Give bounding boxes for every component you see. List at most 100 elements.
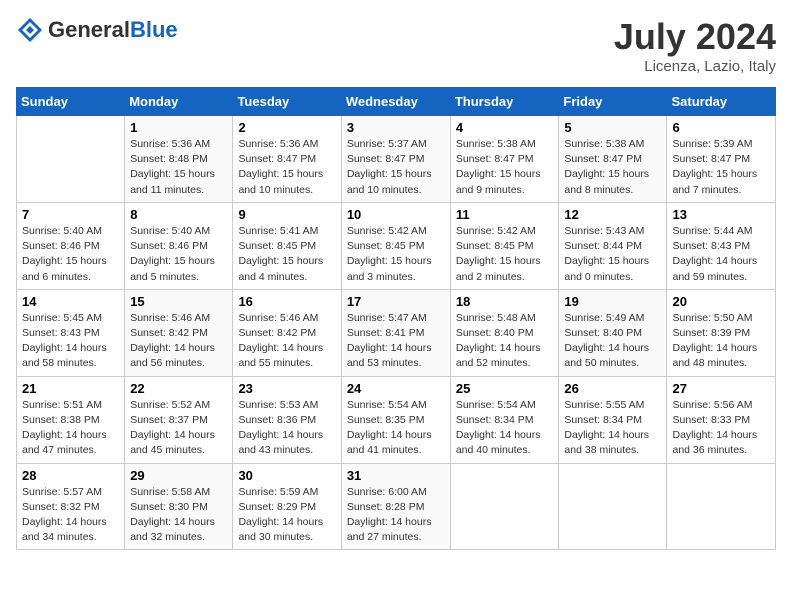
calendar-cell [17, 116, 125, 203]
calendar-cell: 22 Sunrise: 5:52 AMSunset: 8:37 PMDaylig… [125, 376, 233, 463]
day-number: 9 [238, 207, 335, 222]
day-number: 29 [130, 468, 227, 483]
calendar-week-row: 21 Sunrise: 5:51 AMSunset: 8:38 PMDaylig… [17, 376, 776, 463]
logo: General Blue [16, 16, 178, 44]
weekday-header: Tuesday [233, 88, 341, 116]
logo-general: General [48, 17, 130, 43]
day-number: 21 [22, 381, 119, 396]
day-detail: Sunrise: 5:36 AMSunset: 8:47 PMDaylight:… [238, 137, 335, 198]
day-detail: Sunrise: 5:40 AMSunset: 8:46 PMDaylight:… [22, 224, 119, 285]
day-detail: Sunrise: 5:38 AMSunset: 8:47 PMDaylight:… [564, 137, 661, 198]
day-detail: Sunrise: 5:45 AMSunset: 8:43 PMDaylight:… [22, 311, 119, 372]
day-detail: Sunrise: 5:51 AMSunset: 8:38 PMDaylight:… [22, 398, 119, 459]
calendar-table: SundayMondayTuesdayWednesdayThursdayFrid… [16, 87, 776, 550]
calendar-cell: 9 Sunrise: 5:41 AMSunset: 8:45 PMDayligh… [233, 202, 341, 289]
day-number: 7 [22, 207, 119, 222]
day-detail: Sunrise: 5:37 AMSunset: 8:47 PMDaylight:… [347, 137, 445, 198]
calendar-cell: 15 Sunrise: 5:46 AMSunset: 8:42 PMDaylig… [125, 289, 233, 376]
weekday-header: Monday [125, 88, 233, 116]
calendar-body: 1 Sunrise: 5:36 AMSunset: 8:48 PMDayligh… [17, 116, 776, 550]
calendar-cell: 26 Sunrise: 5:55 AMSunset: 8:34 PMDaylig… [559, 376, 667, 463]
calendar-cell: 31 Sunrise: 6:00 AMSunset: 8:28 PMDaylig… [341, 463, 450, 550]
calendar-cell: 11 Sunrise: 5:42 AMSunset: 8:45 PMDaylig… [450, 202, 559, 289]
calendar-cell: 6 Sunrise: 5:39 AMSunset: 8:47 PMDayligh… [667, 116, 776, 203]
day-number: 23 [238, 381, 335, 396]
day-detail: Sunrise: 5:44 AMSunset: 8:43 PMDaylight:… [672, 224, 770, 285]
calendar-cell: 18 Sunrise: 5:48 AMSunset: 8:40 PMDaylig… [450, 289, 559, 376]
day-detail: Sunrise: 5:46 AMSunset: 8:42 PMDaylight:… [238, 311, 335, 372]
calendar-cell: 17 Sunrise: 5:47 AMSunset: 8:41 PMDaylig… [341, 289, 450, 376]
calendar-week-row: 28 Sunrise: 5:57 AMSunset: 8:32 PMDaylig… [17, 463, 776, 550]
day-number: 27 [672, 381, 770, 396]
page-header: General Blue July 2024 Licenza, Lazio, I… [16, 16, 776, 75]
day-detail: Sunrise: 6:00 AMSunset: 8:28 PMDaylight:… [347, 485, 445, 546]
day-detail: Sunrise: 5:59 AMSunset: 8:29 PMDaylight:… [238, 485, 335, 546]
day-number: 25 [456, 381, 554, 396]
calendar-cell: 5 Sunrise: 5:38 AMSunset: 8:47 PMDayligh… [559, 116, 667, 203]
day-number: 24 [347, 381, 445, 396]
day-number: 8 [130, 207, 227, 222]
day-detail: Sunrise: 5:57 AMSunset: 8:32 PMDaylight:… [22, 485, 119, 546]
day-detail: Sunrise: 5:56 AMSunset: 8:33 PMDaylight:… [672, 398, 770, 459]
calendar-header: SundayMondayTuesdayWednesdayThursdayFrid… [17, 88, 776, 116]
day-number: 18 [456, 294, 554, 309]
calendar-cell: 23 Sunrise: 5:53 AMSunset: 8:36 PMDaylig… [233, 376, 341, 463]
day-detail: Sunrise: 5:54 AMSunset: 8:35 PMDaylight:… [347, 398, 445, 459]
calendar-cell: 10 Sunrise: 5:42 AMSunset: 8:45 PMDaylig… [341, 202, 450, 289]
day-detail: Sunrise: 5:54 AMSunset: 8:34 PMDaylight:… [456, 398, 554, 459]
calendar-cell: 28 Sunrise: 5:57 AMSunset: 8:32 PMDaylig… [17, 463, 125, 550]
day-number: 16 [238, 294, 335, 309]
day-number: 6 [672, 120, 770, 135]
day-detail: Sunrise: 5:52 AMSunset: 8:37 PMDaylight:… [130, 398, 227, 459]
location: Licenza, Lazio, Italy [614, 58, 776, 75]
day-number: 26 [564, 381, 661, 396]
calendar-cell: 20 Sunrise: 5:50 AMSunset: 8:39 PMDaylig… [667, 289, 776, 376]
day-detail: Sunrise: 5:43 AMSunset: 8:44 PMDaylight:… [564, 224, 661, 285]
calendar-cell: 7 Sunrise: 5:40 AMSunset: 8:46 PMDayligh… [17, 202, 125, 289]
day-number: 12 [564, 207, 661, 222]
calendar-cell: 29 Sunrise: 5:58 AMSunset: 8:30 PMDaylig… [125, 463, 233, 550]
calendar-cell: 12 Sunrise: 5:43 AMSunset: 8:44 PMDaylig… [559, 202, 667, 289]
day-number: 4 [456, 120, 554, 135]
day-detail: Sunrise: 5:42 AMSunset: 8:45 PMDaylight:… [347, 224, 445, 285]
day-detail: Sunrise: 5:36 AMSunset: 8:48 PMDaylight:… [130, 137, 227, 198]
calendar-cell: 25 Sunrise: 5:54 AMSunset: 8:34 PMDaylig… [450, 376, 559, 463]
day-detail: Sunrise: 5:42 AMSunset: 8:45 PMDaylight:… [456, 224, 554, 285]
calendar-cell: 27 Sunrise: 5:56 AMSunset: 8:33 PMDaylig… [667, 376, 776, 463]
weekday-header: Wednesday [341, 88, 450, 116]
logo-icon [16, 16, 44, 44]
weekday-header: Thursday [450, 88, 559, 116]
day-number: 22 [130, 381, 227, 396]
day-number: 2 [238, 120, 335, 135]
day-detail: Sunrise: 5:55 AMSunset: 8:34 PMDaylight:… [564, 398, 661, 459]
calendar-cell: 30 Sunrise: 5:59 AMSunset: 8:29 PMDaylig… [233, 463, 341, 550]
calendar-week-row: 14 Sunrise: 5:45 AMSunset: 8:43 PMDaylig… [17, 289, 776, 376]
day-number: 11 [456, 207, 554, 222]
day-detail: Sunrise: 5:47 AMSunset: 8:41 PMDaylight:… [347, 311, 445, 372]
day-number: 30 [238, 468, 335, 483]
day-number: 15 [130, 294, 227, 309]
day-detail: Sunrise: 5:40 AMSunset: 8:46 PMDaylight:… [130, 224, 227, 285]
calendar-cell [667, 463, 776, 550]
calendar-cell: 19 Sunrise: 5:49 AMSunset: 8:40 PMDaylig… [559, 289, 667, 376]
day-number: 20 [672, 294, 770, 309]
calendar-cell: 8 Sunrise: 5:40 AMSunset: 8:46 PMDayligh… [125, 202, 233, 289]
day-detail: Sunrise: 5:39 AMSunset: 8:47 PMDaylight:… [672, 137, 770, 198]
calendar-cell: 3 Sunrise: 5:37 AMSunset: 8:47 PMDayligh… [341, 116, 450, 203]
day-detail: Sunrise: 5:38 AMSunset: 8:47 PMDaylight:… [456, 137, 554, 198]
day-number: 19 [564, 294, 661, 309]
calendar-cell: 14 Sunrise: 5:45 AMSunset: 8:43 PMDaylig… [17, 289, 125, 376]
day-detail: Sunrise: 5:46 AMSunset: 8:42 PMDaylight:… [130, 311, 227, 372]
calendar-cell: 13 Sunrise: 5:44 AMSunset: 8:43 PMDaylig… [667, 202, 776, 289]
logo-blue: Blue [130, 17, 178, 43]
calendar-cell: 2 Sunrise: 5:36 AMSunset: 8:47 PMDayligh… [233, 116, 341, 203]
weekday-header: Friday [559, 88, 667, 116]
calendar-week-row: 7 Sunrise: 5:40 AMSunset: 8:46 PMDayligh… [17, 202, 776, 289]
day-number: 28 [22, 468, 119, 483]
month-title: July 2024 [614, 16, 776, 58]
weekday-header: Sunday [17, 88, 125, 116]
day-number: 13 [672, 207, 770, 222]
weekday-row: SundayMondayTuesdayWednesdayThursdayFrid… [17, 88, 776, 116]
day-detail: Sunrise: 5:58 AMSunset: 8:30 PMDaylight:… [130, 485, 227, 546]
day-detail: Sunrise: 5:48 AMSunset: 8:40 PMDaylight:… [456, 311, 554, 372]
